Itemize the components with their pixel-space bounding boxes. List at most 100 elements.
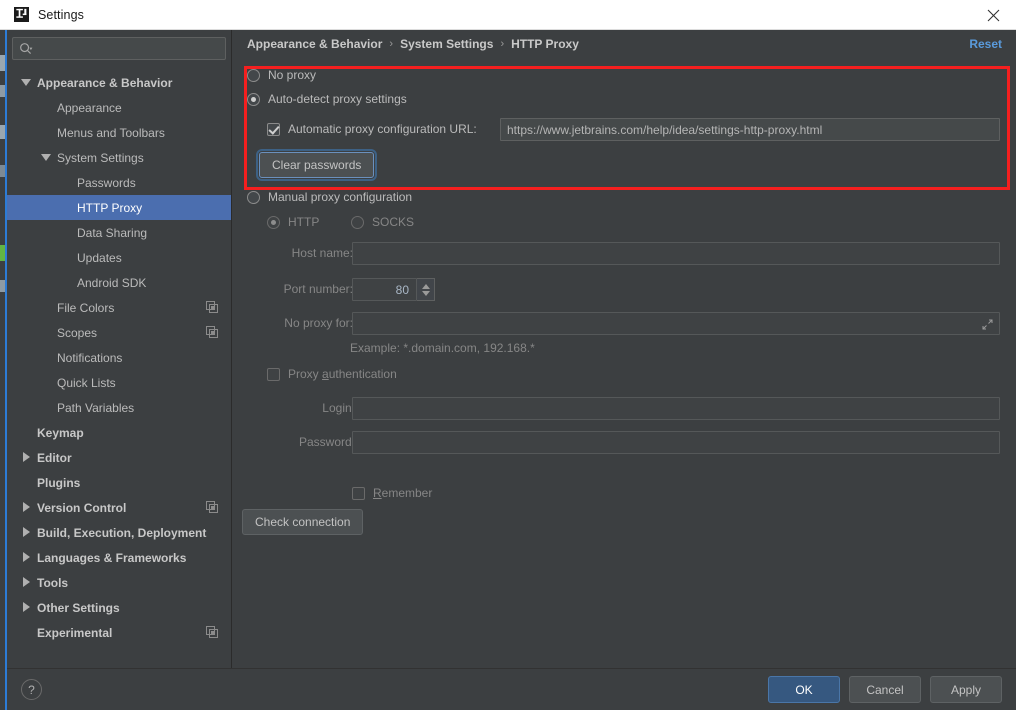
no-proxy-for-input[interactable]	[352, 312, 1000, 335]
login-input[interactable]	[352, 397, 1000, 420]
sidebar-item-label: Languages & Frameworks	[37, 550, 187, 565]
sidebar-item-label: Passwords	[77, 175, 136, 190]
apply-label: Apply	[950, 682, 982, 697]
reset-link[interactable]: Reset	[969, 37, 1002, 51]
sidebar-item-experimental[interactable]: Experimental	[7, 620, 231, 645]
copy-settings-icon[interactable]	[206, 626, 218, 638]
sidebar-item-http-proxy[interactable]: HTTP Proxy	[7, 195, 231, 220]
sidebar-item-label: Build, Execution, Deployment	[37, 525, 207, 540]
title-bar: Settings	[0, 0, 1016, 30]
ok-button[interactable]: OK	[768, 676, 840, 703]
sidebar-item-label: Editor	[37, 450, 72, 465]
no-proxy-radio-row[interactable]: No proxy	[247, 68, 316, 82]
password-input[interactable]	[352, 431, 1000, 454]
port-spinner-buttons[interactable]	[417, 278, 435, 301]
copy-settings-icon[interactable]	[206, 326, 218, 338]
socks-radio-row[interactable]: SOCKS	[351, 215, 414, 229]
auto-detect-radio-row[interactable]: Auto-detect proxy settings	[247, 92, 407, 106]
port-number-stepper[interactable]: 80	[352, 278, 435, 301]
cancel-button[interactable]: Cancel	[849, 676, 921, 703]
sidebar-item-other-settings[interactable]: Other Settings	[7, 595, 231, 620]
breadcrumb-item-0[interactable]: Appearance & Behavior	[247, 37, 382, 51]
auto-url-checkbox-row[interactable]: Automatic proxy configuration URL:	[267, 122, 477, 136]
sidebar-item-passwords[interactable]: Passwords	[7, 170, 231, 195]
sidebar-item-build-execution-deployment[interactable]: Build, Execution, Deployment	[7, 520, 231, 545]
content-pane: Appearance & Behavior › System Settings …	[233, 30, 1016, 668]
sidebar-item-languages-frameworks[interactable]: Languages & Frameworks	[7, 545, 231, 570]
sidebar-item-system-settings[interactable]: System Settings	[7, 145, 231, 170]
sidebar-item-version-control[interactable]: Version Control	[7, 495, 231, 520]
auto-url-input[interactable]: https://www.jetbrains.com/help/idea/sett…	[500, 118, 1000, 141]
sidebar-item-updates[interactable]: Updates	[7, 245, 231, 270]
remember-row[interactable]: Remember	[352, 486, 432, 500]
sidebar-item-notifications[interactable]: Notifications	[7, 345, 231, 370]
sidebar-item-quick-lists[interactable]: Quick Lists	[7, 370, 231, 395]
http-radio[interactable]	[267, 215, 280, 229]
check-connection-button[interactable]: Check connection	[242, 509, 364, 535]
clear-passwords-label: Clear passwords	[272, 158, 362, 172]
manual-proxy-label: Manual proxy configuration	[268, 190, 413, 204]
sidebar-item-appearance-behavior[interactable]: Appearance & Behavior	[7, 70, 231, 95]
chevron-right-icon[interactable]	[21, 526, 33, 539]
http-radio-row[interactable]: HTTP	[267, 215, 319, 229]
host-name-label: Host name:	[291, 246, 353, 260]
sidebar-item-menus-and-toolbars[interactable]: Menus and Toolbars	[7, 120, 231, 145]
remember-label: Remember	[373, 486, 433, 500]
spinner-down-icon[interactable]	[421, 290, 430, 296]
expand-icon[interactable]	[982, 319, 993, 330]
settings-sidebar: Appearance & Behavior Appearance Menus and…	[7, 30, 232, 668]
sidebar-item-appearance[interactable]: Appearance	[7, 95, 231, 120]
sidebar-item-tools[interactable]: Tools	[7, 570, 231, 595]
sidebar-item-data-sharing[interactable]: Data Sharing	[7, 220, 231, 245]
manual-proxy-radio-row[interactable]: Manual proxy configuration	[247, 190, 412, 204]
chevron-right-icon[interactable]	[21, 576, 33, 589]
sidebar-item-file-colors[interactable]: File Colors	[7, 295, 231, 320]
auto-detect-label: Auto-detect proxy settings	[268, 92, 407, 106]
chevron-right-icon[interactable]	[21, 601, 33, 614]
auto-url-value: https://www.jetbrains.com/help/idea/sett…	[507, 122, 823, 137]
proxy-authentication-label: Proxy authentication	[288, 367, 397, 381]
port-number-value: 80	[395, 282, 409, 297]
clear-passwords-button[interactable]: Clear passwords	[255, 149, 378, 181]
password-label: Password:	[298, 435, 355, 449]
sidebar-item-path-variables[interactable]: Path Variables	[7, 395, 231, 420]
auto-detect-radio[interactable]	[247, 92, 260, 106]
sidebar-item-label: Updates	[77, 250, 122, 265]
sidebar-item-label: Android SDK	[77, 275, 147, 290]
sidebar-item-keymap[interactable]: Keymap	[7, 420, 231, 445]
chevron-right-icon[interactable]	[21, 501, 33, 514]
host-name-input[interactable]	[352, 242, 1000, 265]
help-button[interactable]: ?	[21, 679, 42, 700]
example-text: Example: *.domain.com, 192.168.*	[350, 341, 535, 355]
sidebar-item-label: Scopes	[57, 325, 98, 340]
sidebar-item-android-sdk[interactable]: Android SDK	[7, 270, 231, 295]
sidebar-item-label: Appearance	[57, 100, 122, 115]
close-icon[interactable]	[970, 0, 1016, 30]
spinner-up-icon[interactable]	[421, 283, 430, 289]
sidebar-item-label: Appearance & Behavior	[37, 75, 173, 90]
sidebar-item-plugins[interactable]: Plugins	[7, 470, 231, 495]
port-number-label-wrap: Port number:	[257, 282, 353, 296]
help-icon: ?	[28, 682, 35, 697]
proxy-authentication-checkbox[interactable]	[267, 367, 280, 381]
chevron-down-icon[interactable]	[41, 152, 53, 164]
chevron-right-icon[interactable]	[21, 551, 33, 564]
sidebar-item-editor[interactable]: Editor	[7, 445, 231, 470]
auto-url-checkbox[interactable]	[267, 122, 280, 136]
port-number-input[interactable]: 80	[352, 278, 417, 301]
sidebar-item-scopes[interactable]: Scopes	[7, 320, 231, 345]
copy-settings-icon[interactable]	[206, 301, 218, 313]
chevron-down-icon[interactable]	[21, 77, 33, 89]
window-title: Settings	[38, 7, 84, 22]
manual-proxy-radio[interactable]	[247, 190, 260, 204]
socks-radio[interactable]	[351, 215, 364, 229]
no-proxy-radio[interactable]	[247, 68, 260, 82]
search-input[interactable]	[12, 37, 226, 60]
chevron-right-icon[interactable]	[21, 451, 33, 464]
port-number-label: Port number:	[283, 282, 353, 296]
copy-settings-icon[interactable]	[206, 501, 218, 513]
apply-button[interactable]: Apply	[930, 676, 1002, 703]
remember-checkbox[interactable]	[352, 486, 365, 500]
proxy-authentication-row[interactable]: Proxy authentication	[267, 367, 397, 381]
breadcrumb-item-1[interactable]: System Settings	[400, 37, 493, 51]
